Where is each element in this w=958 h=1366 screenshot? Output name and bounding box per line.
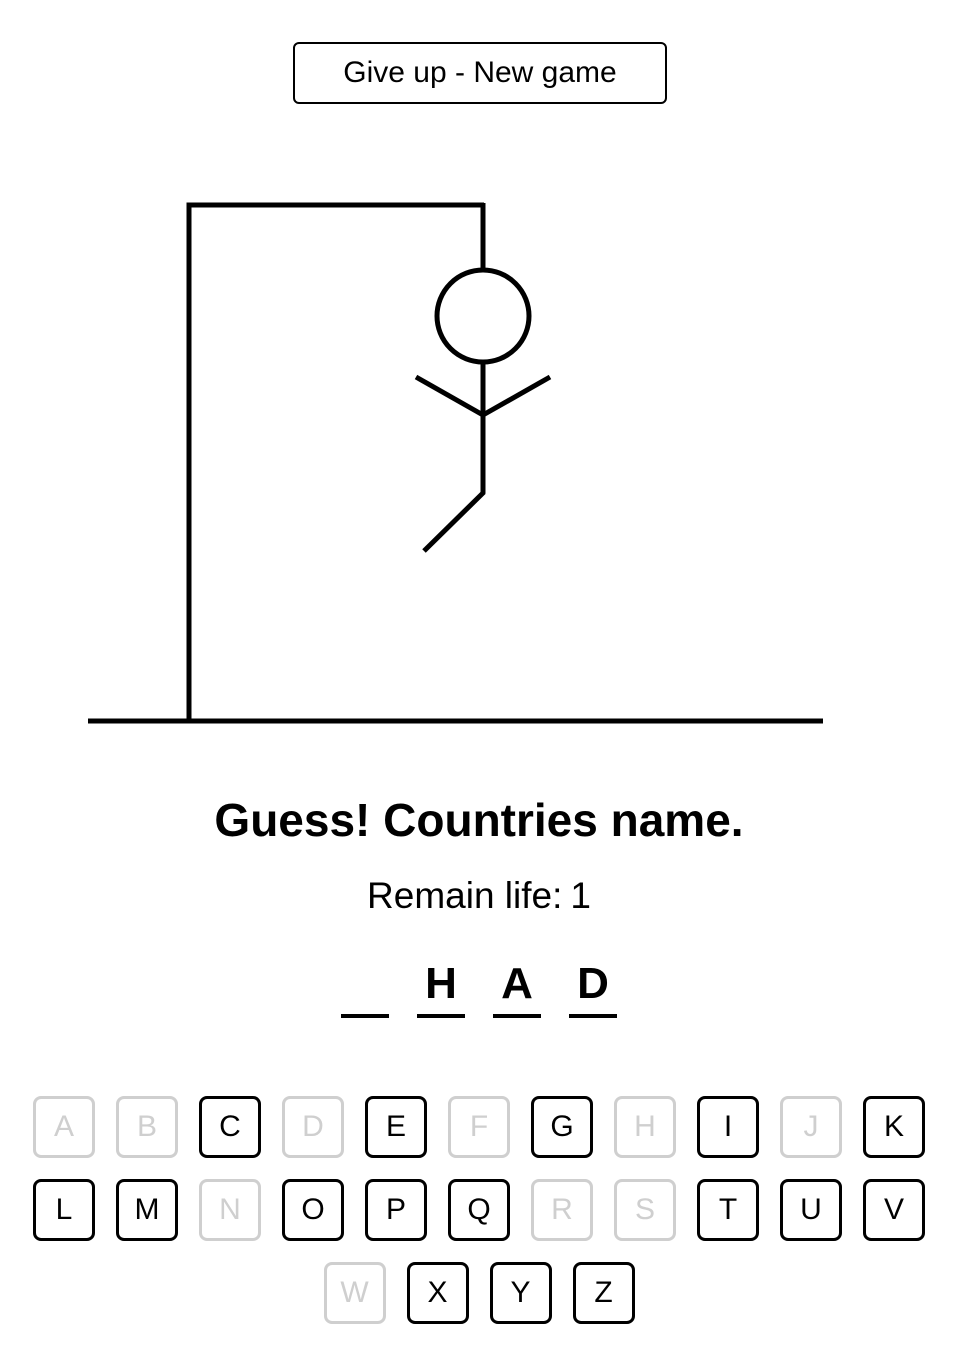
key-a: A	[33, 1096, 95, 1158]
hangman-drawing	[88, 202, 823, 724]
keyboard-row: LMNOPQRSTUV	[0, 1179, 958, 1241]
hangman-left-arm	[414, 374, 485, 418]
key-f: F	[448, 1096, 510, 1158]
key-j: J	[780, 1096, 842, 1158]
keyboard-row: ABCDEFGHIJK	[0, 1096, 958, 1158]
key-c[interactable]: C	[199, 1096, 261, 1158]
hangman-head	[434, 267, 532, 365]
key-r: R	[531, 1179, 593, 1241]
key-i[interactable]: I	[697, 1096, 759, 1158]
key-y[interactable]: Y	[489, 1262, 552, 1324]
letter-slot: A	[493, 956, 541, 1018]
key-t[interactable]: T	[697, 1179, 759, 1241]
key-b: B	[116, 1096, 178, 1158]
key-l[interactable]: L	[33, 1179, 95, 1241]
letter-slot: D	[569, 956, 617, 1018]
word-slots: HAD	[0, 956, 958, 1018]
letter-slot: H	[417, 956, 465, 1018]
key-k[interactable]: K	[863, 1096, 925, 1158]
key-g[interactable]: G	[531, 1096, 593, 1158]
key-o[interactable]: O	[282, 1179, 344, 1241]
key-s: S	[614, 1179, 676, 1241]
hangman-left-leg	[422, 490, 486, 553]
key-w: W	[323, 1262, 386, 1324]
key-n: N	[199, 1179, 261, 1241]
life-label: Remain life:	[367, 875, 563, 916]
letter-keyboard: ABCDEFGHIJK LMNOPQRSTUV WXYZ	[0, 1096, 958, 1345]
key-p[interactable]: P	[365, 1179, 427, 1241]
game-title: Guess! Countries name.	[214, 794, 744, 846]
life-value: 1	[570, 875, 591, 916]
key-d: D	[282, 1096, 344, 1158]
key-z[interactable]: Z	[572, 1262, 635, 1324]
key-u[interactable]: U	[780, 1179, 842, 1241]
key-e[interactable]: E	[365, 1096, 427, 1158]
key-x[interactable]: X	[406, 1262, 469, 1324]
key-q[interactable]: Q	[448, 1179, 510, 1241]
hangman-right-arm	[481, 374, 552, 418]
letter-slot	[341, 956, 389, 1018]
key-h: H	[614, 1096, 676, 1158]
key-v[interactable]: V	[863, 1179, 925, 1241]
key-m[interactable]: M	[116, 1179, 178, 1241]
remaining-life: Remain life: 1	[0, 872, 958, 920]
keyboard-row: WXYZ	[0, 1262, 958, 1324]
